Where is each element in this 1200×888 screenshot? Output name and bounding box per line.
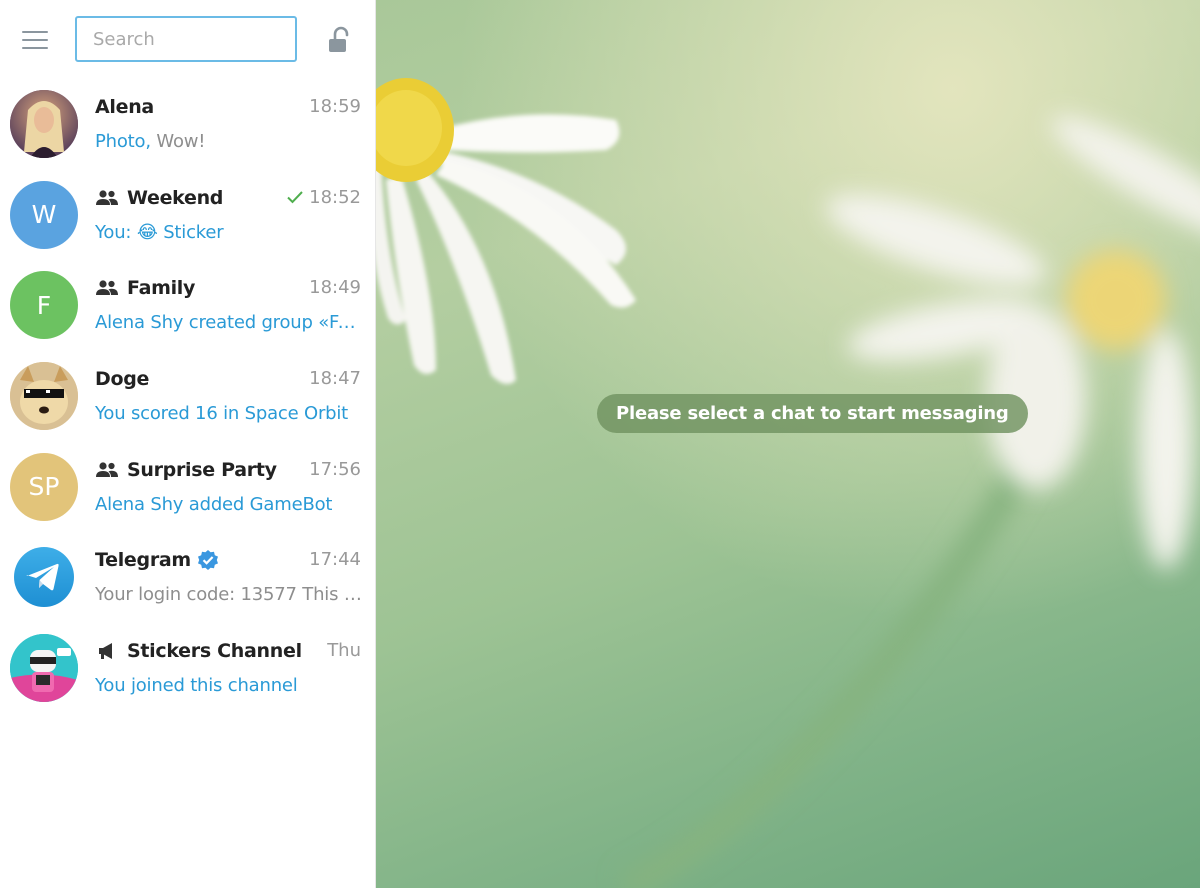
chat-item-weekend[interactable]: W Weekend 18:52 You: 😂 Sticker [0,171,376,262]
megaphone-icon [99,643,112,660]
read-check-icon [287,191,303,204]
chat-name: Telegram [95,549,191,572]
chat-title: Telegram [95,549,219,571]
preview-text: Wow! [150,131,206,152]
time-label: 18:52 [309,186,361,208]
avatar [10,362,78,431]
chat-time: 18:59 [309,96,361,117]
group-icon [96,462,118,477]
avatar [10,543,78,612]
chat-name: Surprise Party [127,458,277,481]
chat-name: Doge [95,368,150,391]
chat-preview: Your login code: 13577 This code can be … [95,584,365,606]
telegram-logo-icon [14,547,74,608]
chat-item-surprise-party[interactable]: SP Surprise Party 17:56 Alena Shy added … [0,443,376,534]
daisy-wallpaper-image [376,0,1200,888]
chat-preview: You joined this channel [95,675,298,697]
chat-name: Stickers Channel [127,640,302,663]
chat-preview: You scored 16 in Space Orbit [95,403,349,425]
chat-item-telegram[interactable]: Telegram 17:44 Your login code: 13577 Th… [0,533,376,624]
time-label: 17:44 [309,549,361,571]
chat-item-alena[interactable]: Alena 18:59 Photo, Wow! [0,80,376,171]
chat-time: Thu [327,640,361,661]
chat-name: Alena [95,96,154,118]
chat-item-doge[interactable]: Doge 18:47 You scored 16 in Space Orbit [0,352,376,443]
chat-name: Weekend [127,186,224,209]
chat-title: Stickers Channel [95,640,302,662]
verified-badge-icon [197,550,218,571]
sidebar-topbar [0,0,376,80]
chat-preview: Alena Shy created group «Family» [95,312,365,334]
chat-preview: Alena Shy added GameBot [95,493,333,515]
chat-time: 18:52 [285,187,361,208]
time-label: Thu [327,640,361,662]
avatar-initials: SP [28,472,60,502]
avatar: F [10,271,78,340]
chat-list: Alena 18:59 Photo, Wow! W Weekend 18:52 … [0,80,376,715]
chat-title: Family [95,277,195,299]
chat-name: Family [127,277,196,300]
search-input[interactable] [77,18,295,60]
unlocked-padlock-icon[interactable] [326,26,354,54]
chat-title: Alena [95,96,154,118]
chat-item-stickers-channel[interactable]: Stickers Channel Thu You joined this cha… [0,624,376,715]
preview-sender: You: [95,221,132,243]
empty-state-message: Please select a chat to start messaging [597,394,1028,433]
search-box [75,16,297,62]
chat-background: Please select a chat to start messaging [376,0,1200,888]
chat-time: 18:49 [309,277,361,298]
group-icon [96,190,118,205]
hamburger-menu-icon[interactable] [20,28,50,52]
chat-time: 17:44 [309,549,361,570]
time-label: 18:47 [309,368,361,390]
avatar: SP [10,452,78,521]
avatar-initials: F [36,290,52,320]
avatar [10,90,78,158]
laughing-emoji-icon: 😂 [136,221,158,243]
avatar-initials: W [31,200,57,230]
chat-title: Doge [95,368,149,390]
time-label: 18:49 [309,277,361,299]
preview-media-label: Photo, [95,131,151,152]
chat-time: 17:56 [309,459,361,480]
chat-item-family[interactable]: F Family 18:49 Alena Shy created group «… [0,261,376,352]
time-label: 18:59 [309,96,361,117]
chat-title: Weekend [95,187,223,209]
chat-preview: Photo, Wow! [95,131,365,152]
avatar: W [10,180,78,249]
chat-sidebar: Alena 18:59 Photo, Wow! W Weekend [0,0,376,888]
chat-time: 18:47 [309,368,361,389]
time-label: 17:56 [309,458,361,480]
chat-preview: You: 😂 Sticker [95,222,365,243]
group-icon [96,280,118,296]
avatar [10,634,78,703]
preview-text: Sticker [163,221,224,243]
chat-title: Surprise Party [95,459,277,481]
